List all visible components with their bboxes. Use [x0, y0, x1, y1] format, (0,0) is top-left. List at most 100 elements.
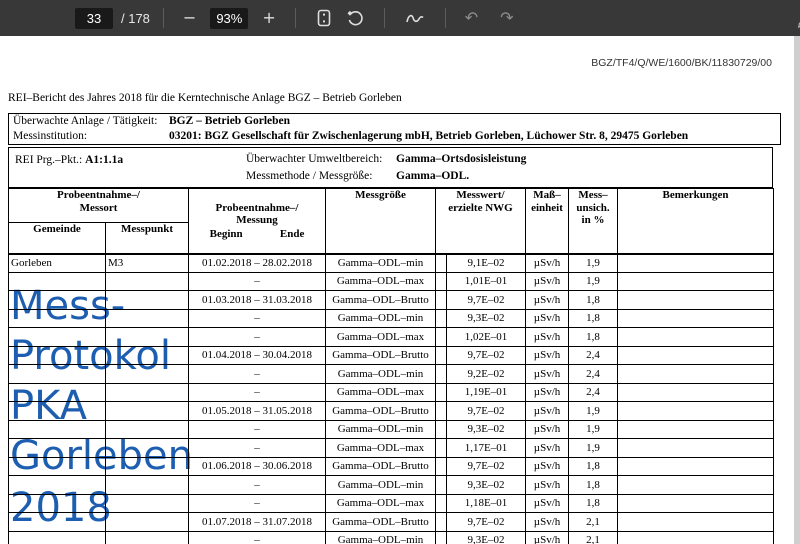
cell-unsicherheit: 1,8: [569, 494, 618, 513]
cell-gemeinde: [9, 513, 106, 532]
cell-bemerkung: [618, 328, 774, 347]
table-row: –Gamma–ODL–min9,3E–02µSv/h1,8: [9, 309, 774, 328]
cell-messpunkt: [106, 328, 189, 347]
cell-lt: [436, 439, 447, 458]
cell-gemeinde: [9, 402, 106, 421]
cell-zeitraum: 01.05.2018 – 31.05.2018: [189, 402, 326, 421]
cell-messpunkt: [106, 420, 189, 439]
cell-bemerkung: [618, 291, 774, 310]
table-row: 01.04.2018 – 30.04.2018Gamma–ODL–Brutto9…: [9, 346, 774, 365]
cell-gemeinde: [9, 272, 106, 291]
cell-messgroesse: Gamma–ODL–Brutto: [326, 402, 436, 421]
cell-unsicherheit: 1,8: [569, 291, 618, 310]
cell-gemeinde: Gorleben: [9, 254, 106, 273]
cell-messwert: 1,01E–01: [447, 272, 526, 291]
cell-messgroesse: Gamma–ODL–max: [326, 272, 436, 291]
report-title: REI–Bericht des Jahres 2018 für die Kern…: [8, 92, 402, 104]
cell-messpunkt: [106, 309, 189, 328]
cell-unsicherheit: 1,8: [569, 328, 618, 347]
cell-unsicherheit: 1,9: [569, 402, 618, 421]
fit-to-page-icon[interactable]: [309, 7, 339, 29]
cell-gemeinde: [9, 439, 106, 458]
cell-unsicherheit: 1,9: [569, 254, 618, 273]
toolbar-divider: [163, 8, 164, 28]
cell-messwert: 9,7E–02: [447, 457, 526, 476]
measurement-table: Probeentnahme–/ Messort Probeentnahme–/ …: [8, 188, 774, 544]
pdf-page: BGZ/TF4/Q/WE/1600/BK/11830729/00 REI–Ber…: [0, 36, 794, 544]
header-gemeinde: Gemeinde: [9, 223, 106, 254]
table-row: 01.06.2018 – 30.06.2018Gamma–ODL–Brutto9…: [9, 457, 774, 476]
cell-zeitraum: –: [189, 365, 326, 384]
cell-einheit: µSv/h: [526, 513, 569, 532]
cell-messwert: 9,3E–02: [447, 476, 526, 495]
cell-gemeinde: [9, 365, 106, 384]
cell-unsicherheit: 1,8: [569, 309, 618, 328]
cell-bemerkung: [618, 309, 774, 328]
page-number-input[interactable]: 33: [75, 8, 113, 29]
clipped-toolbar-icon[interactable]: ↯: [796, 20, 800, 36]
cell-zeitraum: –: [189, 476, 326, 495]
cell-messgroesse: Gamma–ODL–max: [326, 494, 436, 513]
cell-messgroesse: Gamma–ODL–Brutto: [326, 457, 436, 476]
cell-gemeinde: [9, 476, 106, 495]
annotate-draw-icon[interactable]: [398, 8, 432, 28]
cell-messgroesse: Gamma–ODL–Brutto: [326, 513, 436, 532]
redo-button[interactable]: ↷: [494, 6, 519, 30]
cell-gemeinde: [9, 531, 106, 544]
cell-einheit: µSv/h: [526, 254, 569, 273]
cell-messwert: 9,7E–02: [447, 291, 526, 310]
institution-label: Messinstitution:: [13, 129, 169, 144]
cell-lt: [436, 365, 447, 384]
cell-bemerkung: [618, 272, 774, 291]
cell-lt: [436, 309, 447, 328]
cell-lt: [436, 531, 447, 544]
prg-value: A1:1.1a: [85, 154, 123, 166]
toolbar-divider: [384, 8, 385, 28]
cell-lt: [436, 402, 447, 421]
cell-messgroesse: Gamma–ODL–max: [326, 328, 436, 347]
cell-einheit: µSv/h: [526, 420, 569, 439]
institution-value: 03201: BGZ Gesellschaft für Zwischenlage…: [169, 130, 688, 142]
messmethode-value: Gamma–ODL.: [396, 170, 469, 182]
cell-unsicherheit: 2,1: [569, 531, 618, 544]
cell-zeitraum: –: [189, 328, 326, 347]
anlage-value: BGZ – Betrieb Gorleben: [169, 115, 290, 127]
cell-unsicherheit: 2,4: [569, 346, 618, 365]
cell-messgroesse: Gamma–ODL–min: [326, 365, 436, 384]
cell-messpunkt: [106, 439, 189, 458]
cell-unsicherheit: 1,9: [569, 439, 618, 458]
cell-bemerkung: [618, 476, 774, 495]
table-row: 01.07.2018 – 31.07.2018Gamma–ODL–Brutto 9…: [9, 513, 774, 532]
cell-einheit: µSv/h: [526, 494, 569, 513]
umweltbereich-value: Gamma–Ortsdosisleistung: [396, 153, 526, 165]
cell-einheit: µSv/h: [526, 476, 569, 495]
table-row: –Gamma–ODL–max1,19E–01µSv/h2,4: [9, 383, 774, 402]
messmethode-label: Messmethode / Messgröße:: [246, 168, 396, 185]
table-row: 01.03.2018 – 31.03.2018Gamma–ODL–Brutto9…: [9, 291, 774, 310]
cell-zeitraum: –: [189, 494, 326, 513]
header-beginn: Beginn: [210, 228, 243, 241]
rotate-counterclockwise-icon[interactable]: [339, 7, 371, 29]
cell-gemeinde: [9, 494, 106, 513]
cell-zeitraum: 01.07.2018 – 31.07.2018: [189, 513, 326, 532]
cell-messwert: 9,7E–02: [447, 513, 526, 532]
cell-messpunkt: [106, 272, 189, 291]
table-row: –Gamma–ODL–max1,01E–01µSv/h1,9: [9, 272, 774, 291]
measurement-rows: GorlebenM301.02.2018 – 28.02.2018Gamma–O…: [9, 254, 774, 544]
cell-einheit: µSv/h: [526, 272, 569, 291]
header-messpunkt: Messpunkt: [106, 223, 189, 254]
zoom-in-button[interactable]: +: [256, 6, 281, 30]
header-probeentnahme-messung: Probeentnahme–/ Messung Beginn Ende: [189, 189, 326, 254]
cell-bemerkung: [618, 457, 774, 476]
zoom-level-input[interactable]: 93%: [210, 8, 248, 29]
undo-button[interactable]: ↶: [459, 6, 484, 30]
zoom-out-button[interactable]: −: [177, 6, 202, 30]
table-row: 01.05.2018 – 31.05.2018Gamma–ODL–Brutto9…: [9, 402, 774, 421]
cell-gemeinde: [9, 420, 106, 439]
cell-messpunkt: [106, 383, 189, 402]
cell-messgroesse: Gamma–ODL–min: [326, 254, 436, 273]
cell-lt: [436, 494, 447, 513]
header-probeentnahme-messort: Probeentnahme–/ Messort: [9, 189, 189, 223]
cell-einheit: µSv/h: [526, 291, 569, 310]
cell-messwert: 9,3E–02: [447, 420, 526, 439]
